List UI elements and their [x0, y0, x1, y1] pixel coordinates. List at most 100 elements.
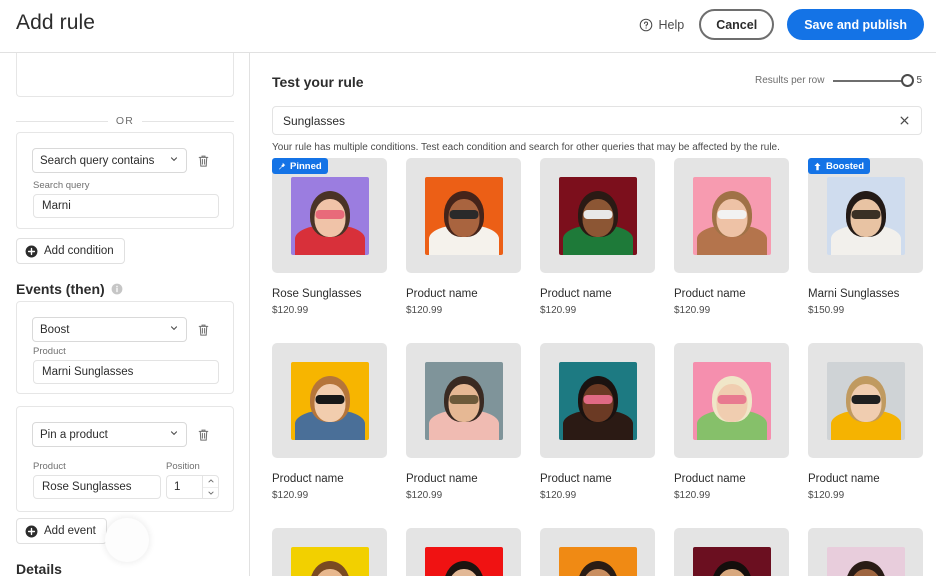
product-name: Product name	[540, 288, 655, 300]
product-thumbnail[interactable]	[674, 528, 789, 576]
pin-position-label: Position	[166, 461, 219, 472]
add-event-button[interactable]: Add event	[16, 518, 107, 544]
product-card[interactable]: Product name$120.99	[540, 343, 655, 501]
product-thumbnail[interactable]	[406, 343, 521, 458]
portrait-art	[827, 177, 905, 255]
product-image	[559, 177, 637, 255]
events-heading-row: Events (then)	[16, 281, 123, 297]
boost-product-input[interactable]: Marni Sunglasses	[33, 360, 219, 384]
pinned-badge: Pinned	[272, 158, 328, 174]
product-thumbnail[interactable]	[808, 343, 923, 458]
slider-handle[interactable]	[901, 74, 914, 87]
product-results-grid: PinnedRose Sunglasses$120.99 Product name…	[272, 158, 936, 576]
results-per-row-label: Results per row	[755, 75, 824, 86]
product-thumbnail[interactable]	[540, 158, 655, 273]
product-card[interactable]: Product name$120.99	[272, 343, 387, 501]
badge-icon	[813, 162, 822, 171]
test-rule-panel: Test your rule Results per row 5 Sunglas…	[250, 53, 936, 576]
pin-row: Pin a product	[32, 422, 213, 447]
top-bar: Add rule Help Cancel Save and publish	[0, 0, 936, 52]
stepper-increment-button[interactable]	[203, 476, 218, 488]
boost-product-value: Marni Sunglasses	[42, 366, 133, 378]
product-card[interactable]	[540, 528, 655, 576]
delete-condition-button[interactable]	[193, 150, 213, 172]
product-card[interactable]	[674, 528, 789, 576]
product-thumbnail[interactable]	[808, 528, 923, 576]
product-thumbnail[interactable]	[406, 158, 521, 273]
condition-type-select[interactable]: Search query contains	[32, 148, 187, 173]
pin-position-field: Position 1	[166, 461, 219, 499]
product-card[interactable]: Product name$120.99	[808, 343, 923, 501]
product-card[interactable]: Product name$120.99	[406, 158, 521, 316]
chevron-down-icon	[169, 323, 179, 336]
search-query-label: Search query	[33, 180, 219, 191]
product-name: Product name	[406, 473, 521, 485]
product-thumbnail[interactable]	[674, 158, 789, 273]
trash-icon	[197, 428, 210, 442]
info-icon[interactable]	[111, 283, 123, 295]
results-per-row-slider[interactable]	[833, 80, 907, 82]
product-thumbnail[interactable]	[540, 343, 655, 458]
product-card[interactable]: PinnedRose Sunglasses$120.99	[272, 158, 387, 316]
product-price: $120.99	[406, 490, 521, 501]
delete-event-button-boost[interactable]	[193, 319, 213, 341]
stepper-decrement-button[interactable]	[203, 488, 218, 499]
product-price: $120.99	[674, 490, 789, 501]
pin-product-field: Product Rose Sunglasses	[33, 461, 161, 499]
product-card[interactable]	[406, 528, 521, 576]
product-thumbnail[interactable]: Boosted	[808, 158, 923, 273]
test-search-input[interactable]: Sunglasses	[283, 114, 891, 128]
product-card[interactable]: Product name$120.99	[540, 158, 655, 316]
clear-search-button[interactable]	[891, 108, 917, 133]
product-price: $120.99	[808, 490, 923, 501]
product-thumbnail[interactable]	[674, 343, 789, 458]
product-card[interactable]: Product name$120.99	[674, 158, 789, 316]
event-type-select-boost[interactable]: Boost	[32, 317, 187, 342]
product-price: $120.99	[272, 305, 387, 316]
product-card[interactable]: Product name $120.99	[406, 343, 521, 501]
product-thumbnail[interactable]	[272, 528, 387, 576]
help-button[interactable]: Help	[637, 14, 686, 36]
product-name: Product name	[674, 473, 789, 485]
event-type-value-pin: Pin a product	[40, 429, 108, 441]
add-event-label: Add event	[44, 525, 96, 537]
product-name: Marni Sunglasses	[808, 288, 923, 300]
or-line-right	[142, 121, 234, 122]
product-thumbnail[interactable]	[406, 528, 521, 576]
product-thumbnail[interactable]	[272, 343, 387, 458]
product-card[interactable]	[272, 528, 387, 576]
product-image	[291, 362, 369, 440]
events-heading: Events (then)	[16, 281, 105, 297]
event-type-select-pin[interactable]: Pin a product	[32, 422, 187, 447]
add-condition-button[interactable]: Add condition	[16, 238, 125, 264]
close-icon	[899, 115, 910, 126]
product-name: Product name	[674, 288, 789, 300]
delete-event-button-pin[interactable]	[193, 424, 213, 446]
product-card[interactable]	[808, 528, 923, 576]
product-image	[827, 547, 905, 576]
boost-product-label: Product	[33, 346, 219, 357]
test-your-rule-heading: Test your rule	[272, 74, 364, 90]
search-query-input[interactable]: Marni	[33, 194, 219, 218]
product-card[interactable]: Product name $120.99	[674, 343, 789, 501]
test-search-box[interactable]: Sunglasses	[272, 106, 922, 135]
product-image	[827, 177, 905, 255]
position-value[interactable]: 1	[166, 475, 202, 499]
cancel-button[interactable]: Cancel	[699, 9, 774, 40]
results-per-row-value: 5	[916, 75, 922, 86]
pin-product-value: Rose Sunglasses	[42, 481, 132, 493]
position-stepper[interactable]: 1	[166, 475, 219, 499]
boost-product-field: Product Marni Sunglasses	[33, 346, 219, 384]
product-image	[559, 362, 637, 440]
pin-product-input[interactable]: Rose Sunglasses	[33, 475, 161, 499]
chevron-down-icon	[169, 154, 179, 167]
save-and-publish-button[interactable]: Save and publish	[787, 9, 924, 40]
product-thumbnail[interactable]: Pinned	[272, 158, 387, 273]
portrait-art	[291, 547, 369, 576]
portrait-art	[425, 177, 503, 255]
help-label: Help	[658, 18, 684, 32]
product-card[interactable]: BoostedMarni Sunglasses$150.99	[808, 158, 923, 316]
event-card-boost: Boost Product Marni Sunglasses	[16, 301, 234, 394]
product-thumbnail[interactable]	[540, 528, 655, 576]
or-label: OR	[116, 115, 134, 127]
